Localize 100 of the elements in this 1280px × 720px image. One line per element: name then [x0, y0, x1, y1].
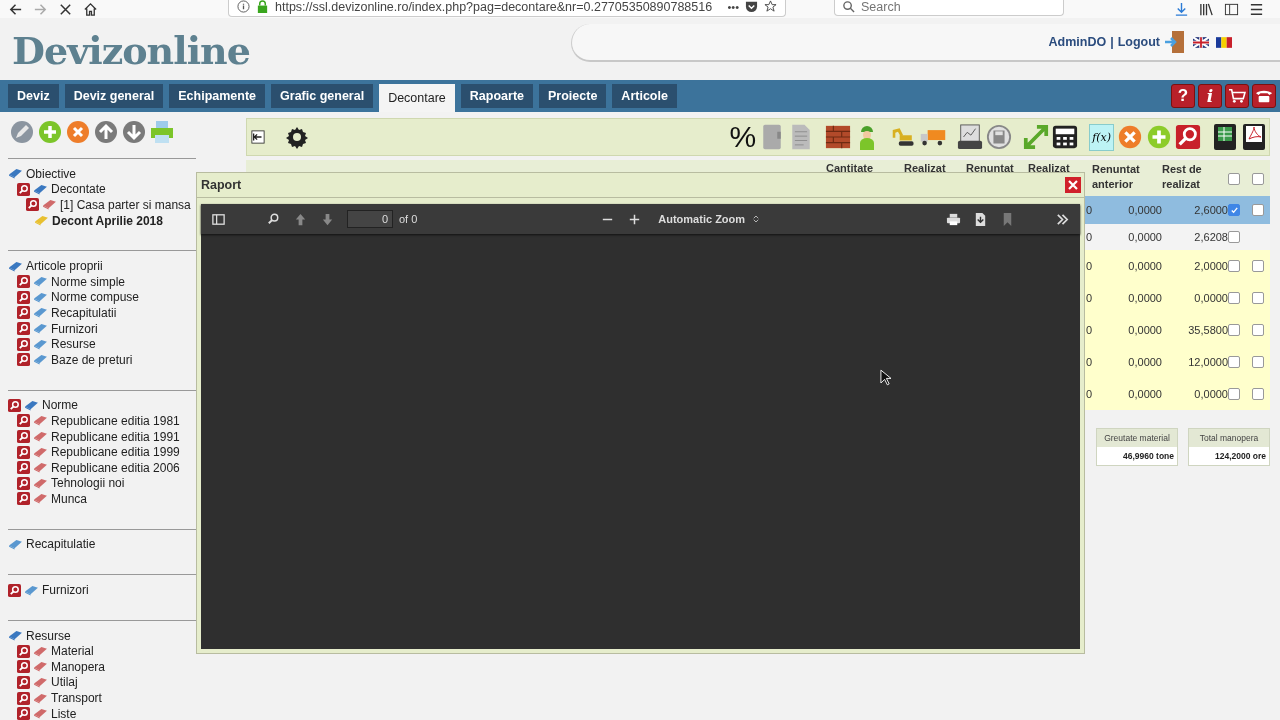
- stop-icon[interactable]: [58, 1, 73, 17]
- zoom-dropdown[interactable]: Automatic Zoom: [654, 211, 764, 227]
- search-icon[interactable]: [17, 492, 30, 506]
- edit-icon[interactable]: [10, 120, 34, 144]
- tree-item[interactable]: Recapitulatie: [26, 537, 96, 552]
- nav-tab[interactable]: Grafic general: [271, 84, 374, 108]
- nav-tab[interactable]: Rapoarte: [460, 84, 533, 108]
- search-field[interactable]: Search: [834, 0, 1064, 16]
- search-icon[interactable]: [17, 644, 30, 658]
- tree-item[interactable]: Obiective: [26, 166, 77, 181]
- checkbox[interactable]: [1228, 173, 1240, 185]
- search-icon[interactable]: [17, 322, 30, 336]
- tree-item[interactable]: Transport: [51, 691, 102, 706]
- checkbox[interactable]: [1228, 292, 1240, 304]
- search-icon[interactable]: [17, 337, 30, 351]
- tree-item[interactable]: Norme compuse: [51, 290, 140, 305]
- search-icon[interactable]: [17, 353, 30, 367]
- checkbox[interactable]: [1228, 324, 1240, 336]
- door-icon[interactable]: [1164, 30, 1186, 54]
- tree-item[interactable]: Baze de preturi: [51, 352, 133, 367]
- checkbox[interactable]: [1252, 324, 1264, 336]
- cancel-icon[interactable]: [1117, 123, 1143, 151]
- checkbox[interactable]: [1228, 356, 1240, 368]
- flag-icon[interactable]: [1193, 36, 1209, 48]
- checkbox[interactable]: [1252, 173, 1264, 185]
- search-icon[interactable]: [17, 275, 30, 289]
- search-icon[interactable]: [266, 211, 281, 227]
- tree-item[interactable]: Utilaj: [51, 675, 78, 690]
- tree-item[interactable]: Recapitulatii: [51, 305, 117, 320]
- pdf-icon[interactable]: [1241, 123, 1267, 151]
- tree-item[interactable]: Furnizori: [51, 321, 98, 336]
- tree-item[interactable]: Tehnologii noi: [51, 476, 125, 491]
- flag-icon[interactable]: [1216, 36, 1232, 48]
- close-icon[interactable]: [1065, 177, 1081, 193]
- tree-item[interactable]: Norme simple: [51, 274, 125, 289]
- download-icon[interactable]: [973, 211, 988, 227]
- info-button[interactable]: i: [1198, 84, 1222, 108]
- tree-item[interactable]: Republicane editia 1991: [51, 429, 180, 444]
- checkbox[interactable]: [1228, 231, 1240, 243]
- help-button[interactable]: ?: [1171, 84, 1195, 108]
- spreadsheet-icon[interactable]: [1212, 123, 1238, 151]
- tree-item[interactable]: [1] Casa parter si mansa: [60, 198, 191, 212]
- search-icon[interactable]: [17, 675, 30, 689]
- checkbox[interactable]: [1228, 388, 1240, 400]
- percent-button[interactable]: %: [729, 120, 757, 154]
- tree-item[interactable]: Liste: [51, 706, 77, 720]
- search-icon[interactable]: [26, 198, 39, 212]
- checkbox[interactable]: [1228, 204, 1240, 216]
- arrow-down-icon[interactable]: [122, 120, 146, 144]
- brick-wall-icon[interactable]: [825, 123, 852, 151]
- logout-link[interactable]: Logout: [1117, 35, 1160, 49]
- sidebar-toggle-icon[interactable]: [211, 211, 226, 227]
- arrow-up-icon[interactable]: [293, 211, 308, 227]
- search-icon[interactable]: [8, 583, 21, 597]
- logo[interactable]: Devizonline: [12, 28, 250, 73]
- search-icon[interactable]: [17, 290, 30, 304]
- search-icon[interactable]: [17, 476, 30, 490]
- calculator-icon[interactable]: [1052, 123, 1079, 151]
- checkbox[interactable]: [1252, 204, 1264, 216]
- info-icon[interactable]: [237, 0, 250, 13]
- search-icon[interactable]: [8, 398, 21, 412]
- search-icon[interactable]: [17, 182, 30, 196]
- arrow-up-icon[interactable]: [94, 120, 118, 144]
- tree-item[interactable]: Munca: [51, 491, 88, 506]
- search-icon[interactable]: [1175, 123, 1201, 151]
- download-icon[interactable]: [1174, 1, 1189, 17]
- tree-item[interactable]: Decont Aprilie 2018: [52, 213, 163, 228]
- tree-item[interactable]: Resurse: [51, 337, 96, 352]
- report-icon[interactable]: [957, 123, 984, 151]
- pocket-icon[interactable]: [745, 0, 758, 13]
- search-icon[interactable]: [17, 445, 30, 459]
- collapse-icon[interactable]: [251, 130, 265, 144]
- tree-item[interactable]: Furnizori: [42, 583, 89, 598]
- settings-icon[interactable]: [285, 125, 309, 149]
- checkbox[interactable]: [1252, 292, 1264, 304]
- menu-icon[interactable]: [1249, 1, 1264, 17]
- nav-tab[interactable]: Echipamente: [169, 84, 266, 108]
- search-icon[interactable]: [17, 461, 30, 475]
- tree-item[interactable]: Resurse: [26, 628, 71, 643]
- cart-button[interactable]: [1225, 84, 1249, 108]
- tree-item[interactable]: Republicane editia 1999: [51, 445, 180, 460]
- delete-icon[interactable]: [66, 120, 90, 144]
- checkbox[interactable]: [1252, 356, 1264, 368]
- nav-tab[interactable]: Articole: [612, 84, 677, 108]
- search-icon[interactable]: [17, 306, 30, 320]
- tree-item[interactable]: Material: [51, 644, 94, 659]
- nav-tab[interactable]: Deviz general: [64, 84, 164, 108]
- tree-item[interactable]: Manopera: [51, 659, 106, 674]
- tree-item[interactable]: Republicane editia 1981: [51, 413, 180, 428]
- tree-item[interactable]: Decontate: [51, 182, 106, 197]
- nav-tab[interactable]: Decontare: [379, 84, 455, 112]
- search-icon[interactable]: [17, 660, 30, 674]
- star-icon[interactable]: [764, 0, 777, 13]
- nav-tab[interactable]: Deviz: [8, 84, 59, 108]
- phone-button[interactable]: [1252, 84, 1276, 108]
- double-chevron-icon[interactable]: [1055, 211, 1070, 227]
- print-icon[interactable]: [946, 211, 961, 227]
- search-icon[interactable]: [17, 691, 30, 705]
- home-icon[interactable]: [83, 1, 98, 17]
- page-number-field[interactable]: 0: [347, 210, 393, 228]
